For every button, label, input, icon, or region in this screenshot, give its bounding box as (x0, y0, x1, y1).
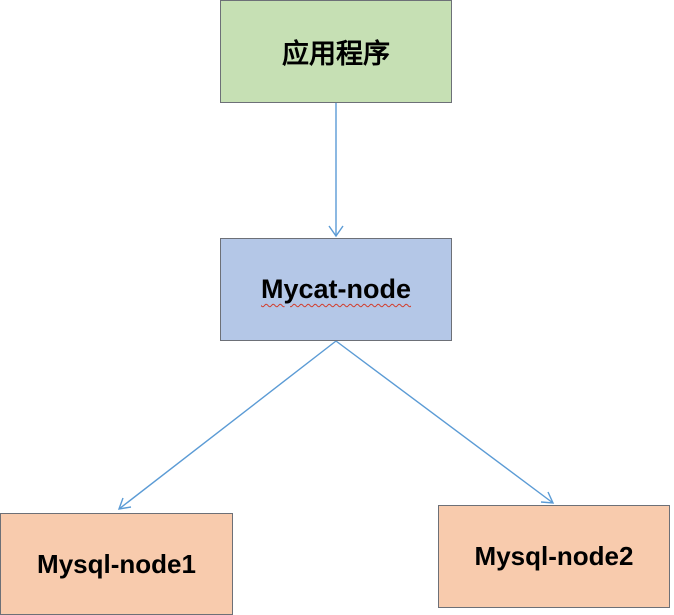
node-mysql1: Mysql-node1 (0, 513, 233, 615)
edge-mycat-to-mysql1 (117, 340, 337, 510)
edge-app-to-mycat (328, 103, 344, 238)
node-mysql2: Mysql-node2 (438, 505, 670, 608)
edge-mycat-to-mysql2 (335, 340, 555, 504)
node-mycat: Mycat-node (220, 238, 452, 341)
node-application: 应用程序 (220, 0, 452, 103)
node-mysql2-label: Mysql-node2 (474, 541, 634, 571)
node-mysql1-label: Mysql-node1 (37, 548, 196, 579)
node-application-label: 应用程序 (282, 39, 390, 70)
node-mycat-label: Mycat-node (260, 274, 412, 304)
